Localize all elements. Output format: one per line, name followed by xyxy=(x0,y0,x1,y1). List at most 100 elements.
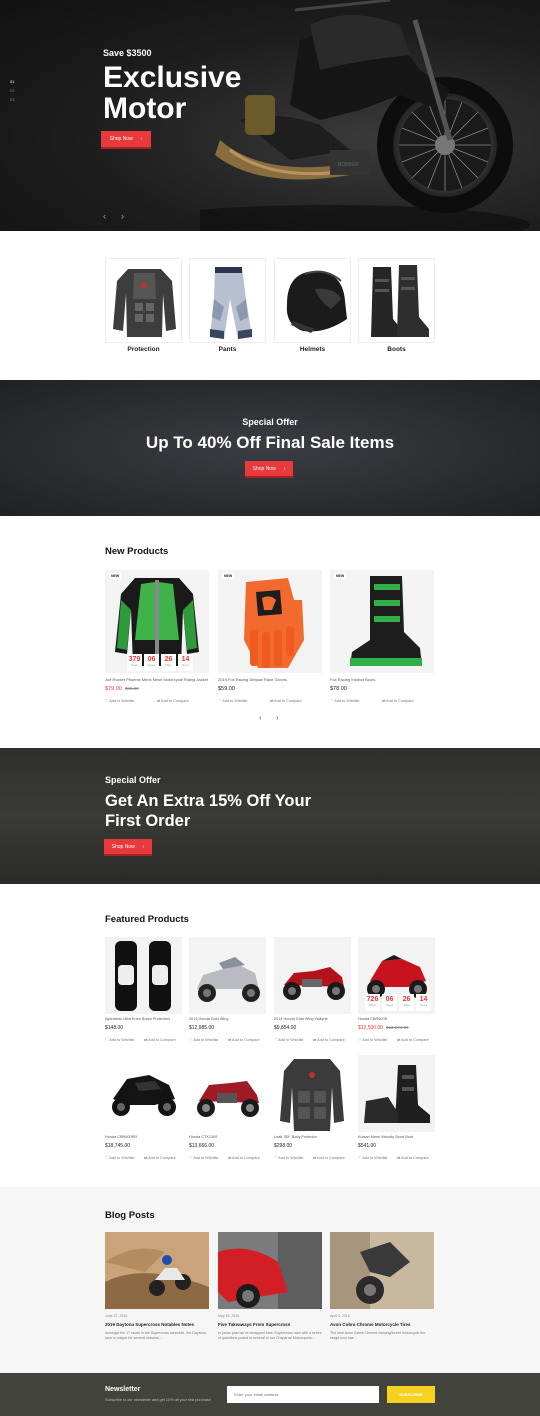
banner-shop-now-button[interactable]: Shop Now › xyxy=(245,461,293,476)
product-card[interactable] xyxy=(358,1055,435,1132)
slider-next-arrow-icon[interactable]: › xyxy=(121,211,124,221)
chevron-right-icon: › xyxy=(283,465,286,472)
product-name[interactable]: Fox Racing Instinct Boots xyxy=(330,677,434,682)
carousel-prev-icon[interactable]: ‹ xyxy=(259,713,262,722)
add-to-wishlist-link[interactable]: ♡ Add to Wishlist xyxy=(189,1155,218,1160)
slide-dot[interactable]: 03 xyxy=(10,95,14,104)
action-label: Add to Wishlist xyxy=(193,1038,219,1042)
add-to-wishlist-link[interactable]: ♡ Add to Wishlist xyxy=(105,1037,134,1042)
new-badge: NEW xyxy=(334,573,347,579)
action-label: Add to Wishlist xyxy=(109,699,135,703)
category-label[interactable]: Pants xyxy=(189,346,266,353)
action-label: Add to Wishlist xyxy=(362,1156,388,1160)
blog-image-scooter[interactable] xyxy=(218,1232,322,1309)
countdown-label: Secs xyxy=(182,663,189,667)
countdown-value: 06 xyxy=(147,656,156,663)
post-title[interactable]: Five Takeaways From Supercross xyxy=(218,1322,290,1327)
product-card[interactable] xyxy=(274,937,351,1014)
add-to-compare-link[interactable]: ⇄ Add to Compare xyxy=(313,1155,345,1160)
boots-image xyxy=(371,265,429,337)
product-card[interactable] xyxy=(189,937,266,1014)
category-card-boots[interactable] xyxy=(358,258,435,343)
category-card-helmets[interactable] xyxy=(274,258,351,343)
action-label: Add to Wishlist xyxy=(278,1156,304,1160)
product-card[interactable]: 726 Days 06 Hours 26 Mins 14 Secs xyxy=(358,937,435,1014)
countdown-label: Hours xyxy=(147,663,156,667)
category-card-pants[interactable] xyxy=(189,258,266,343)
countdown-label: Mins xyxy=(165,663,172,667)
add-to-compare-link[interactable]: ⇄ Add to Compare xyxy=(157,698,189,703)
add-to-compare-link[interactable]: ⇄ Add to Compare xyxy=(313,1037,345,1042)
add-to-compare-link[interactable]: ⇄ Add to Compare xyxy=(397,1037,429,1042)
product-name[interactable]: 2014 Honda Gold Wing Valkyrie xyxy=(274,1017,354,1021)
add-to-wishlist-link[interactable]: ♡ Add to Wishlist xyxy=(274,1037,303,1042)
product-price: $12,500.00 $12,874.00 xyxy=(358,1025,409,1031)
countdown-unit: 26 Mins xyxy=(399,994,414,1011)
product-name[interactable]: 2019 Fox Racing Dirtpaw Race Gloves xyxy=(218,677,322,682)
product-card[interactable] xyxy=(189,1055,266,1132)
heart-icon: ♡ xyxy=(274,1038,278,1042)
blog-image-motorcycle[interactable] xyxy=(330,1232,434,1309)
add-to-compare-link[interactable]: ⇄ Add to Compare xyxy=(397,1155,429,1160)
product-name[interactable]: 2019 Honda Gold Wing xyxy=(189,1017,269,1021)
category-card-protection[interactable] xyxy=(105,258,182,343)
add-to-wishlist-link[interactable]: ♡ Add to Wishlist xyxy=(105,1155,134,1160)
product-name[interactable]: Leatt 3DF Body Protector xyxy=(274,1135,354,1139)
post-date: April 8, 2019 xyxy=(330,1314,350,1318)
product-name[interactable]: Honda CTX1300 xyxy=(189,1135,269,1139)
category-label[interactable]: Helmets xyxy=(274,346,351,353)
section-title: Featured Products xyxy=(105,914,189,925)
post-title[interactable]: 2019 Daytona Supercross Notables Notes xyxy=(105,1322,194,1327)
slide-dot[interactable]: 01 xyxy=(10,77,14,86)
blog-image-dirtbike[interactable] xyxy=(105,1232,209,1309)
cbr600rr-image xyxy=(112,1075,176,1116)
new-badge: NEW xyxy=(222,573,235,579)
add-to-wishlist-link[interactable]: ♡ Add to Wishlist xyxy=(218,698,247,703)
banner-title: Get An Extra 15% Off Your First Order xyxy=(105,791,365,831)
post-date: May 15, 2019 xyxy=(218,1314,240,1318)
subscribe-button[interactable]: SUBSCRIBE xyxy=(387,1386,435,1403)
product-card[interactable]: NEW 379 Days 06 Hours 26 Mins 14 Secs xyxy=(105,570,209,673)
product-card[interactable] xyxy=(274,1055,351,1132)
product-name[interactable]: Honda CBR600R xyxy=(358,1017,438,1021)
add-to-wishlist-link[interactable]: ♡ Add to Wishlist xyxy=(358,1155,387,1160)
add-to-wishlist-link[interactable]: ♡ Add to Wishlist xyxy=(105,698,134,703)
boot-image xyxy=(350,576,422,666)
countdown-unit: 06 Hours xyxy=(382,994,397,1011)
product-name[interactable]: Kulsan Mens Velocity Sport Boot xyxy=(358,1135,438,1139)
product-card[interactable]: NEW xyxy=(330,570,434,673)
compare-icon: ⇄ xyxy=(313,1156,317,1160)
product-name[interactable]: Honda CBR600RR xyxy=(105,1135,185,1139)
add-to-compare-link[interactable]: ⇄ Add to Compare xyxy=(144,1155,176,1160)
add-to-compare-link[interactable]: ⇄ Add to Compare xyxy=(270,698,302,703)
section-title: Blog Posts xyxy=(105,1210,155,1221)
slider-pagination: 01 02 03 xyxy=(10,77,14,104)
add-to-compare-link[interactable]: ⇄ Add to Compare xyxy=(144,1037,176,1042)
product-card[interactable] xyxy=(105,1055,182,1132)
add-to-wishlist-link[interactable]: ♡ Add to Wishlist xyxy=(358,1037,387,1042)
product-name[interactable]: Alpinestar Ultra Knee Brace Protectors xyxy=(105,1017,185,1021)
slider-prev-arrow-icon[interactable]: ‹ xyxy=(103,211,106,221)
add-to-compare-link[interactable]: ⇄ Add to Compare xyxy=(382,698,414,703)
category-label[interactable]: Boots xyxy=(358,346,435,353)
post-title[interactable]: Avon Cobra Chrome Motorcycle Tires xyxy=(330,1322,411,1327)
pants-image xyxy=(210,267,252,339)
slide-dot[interactable]: 02 xyxy=(10,86,14,95)
carousel-next-icon[interactable]: › xyxy=(276,713,279,722)
add-to-wishlist-link[interactable]: ♡ Add to Wishlist xyxy=(189,1037,218,1042)
post-excerpt: In years past we've recapped each Superc… xyxy=(218,1331,322,1340)
hero-title-line: Motor xyxy=(103,92,187,125)
add-to-wishlist-link[interactable]: ♡ Add to Wishlist xyxy=(274,1155,303,1160)
product-price: $298.00 xyxy=(274,1143,293,1149)
hero-shop-now-button[interactable]: Shop Now › xyxy=(101,131,151,147)
email-input[interactable] xyxy=(227,1386,379,1403)
action-label: Add to Wishlist xyxy=(109,1156,135,1160)
category-label[interactable]: Protection xyxy=(105,346,182,353)
product-card[interactable]: NEW xyxy=(218,570,322,673)
banner-shop-now-button[interactable]: Shop Now › xyxy=(104,839,152,854)
add-to-compare-link[interactable]: ⇄ Add to Compare xyxy=(228,1155,260,1160)
product-name[interactable]: Joe Rocket Phoenix Mens Mesh Motorcycle … xyxy=(105,677,209,682)
add-to-wishlist-link[interactable]: ♡ Add to Wishlist xyxy=(330,698,359,703)
product-card[interactable] xyxy=(105,937,182,1014)
add-to-compare-link[interactable]: ⇄ Add to Compare xyxy=(228,1037,260,1042)
